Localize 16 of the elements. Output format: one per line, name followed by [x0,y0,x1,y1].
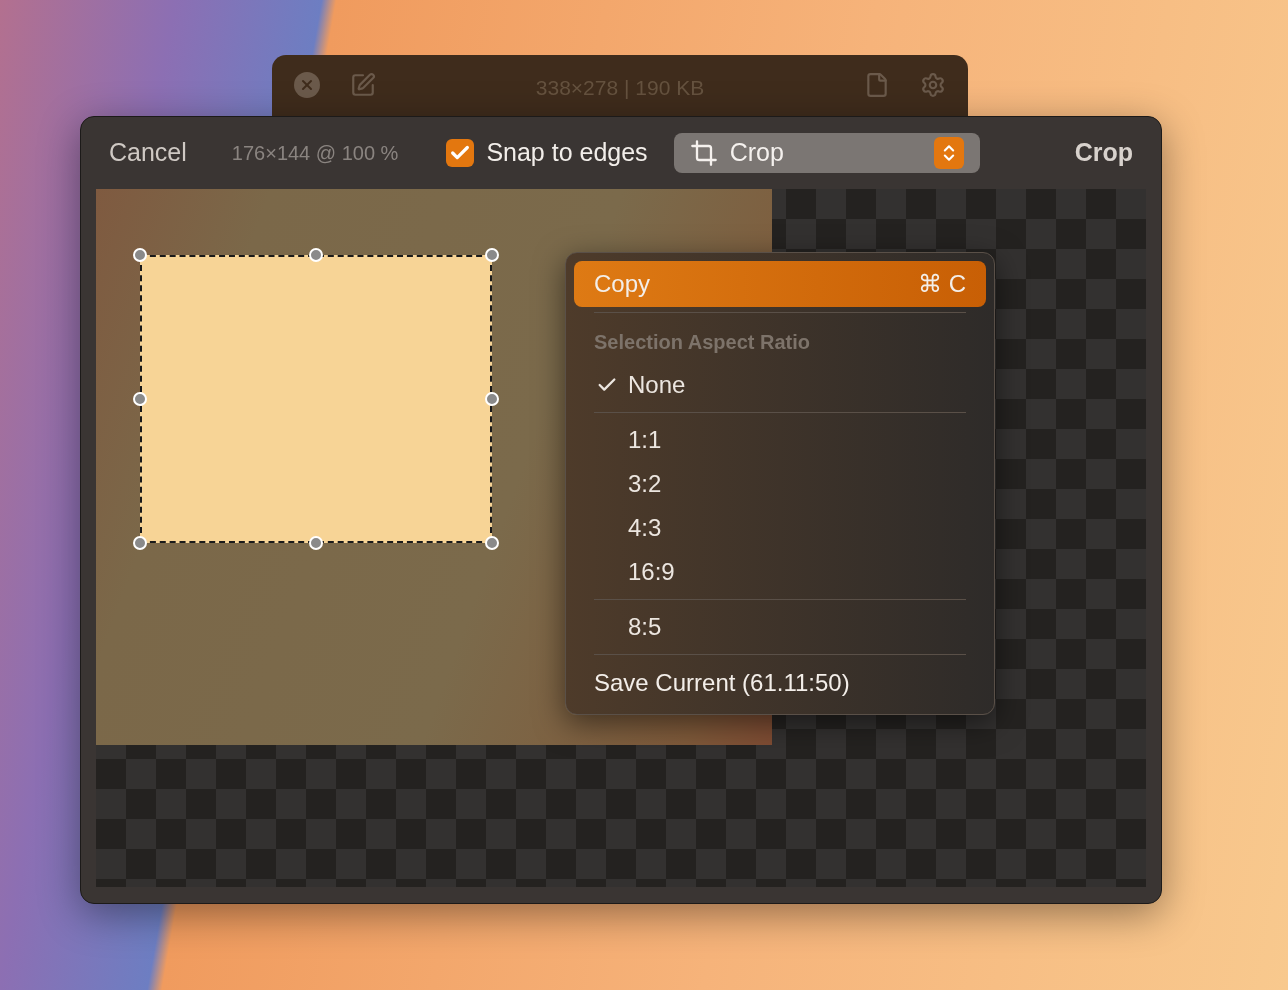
menu-section-header: Selection Aspect Ratio [594,330,811,355]
checkbox-label[interactable]: Snap to edges [486,134,648,172]
chevron-icon [933,137,964,169]
mode-popup-button[interactable]: Crop [673,133,980,173]
menu-item[interactable]: 1:1 [574,418,986,462]
crop-button[interactable]: Crop [1074,134,1133,172]
menu-item[interactable]: 3:2 [574,462,986,506]
menu-item[interactable]: 4:3 [574,506,986,550]
checkbox[interactable] [446,139,475,167]
menu-item[interactable]: Save Current (61.11:50) [574,660,986,706]
crop-icon [689,139,718,167]
cancel-button[interactable]: Cancel [109,134,187,172]
menu-item[interactable]: None [574,363,986,407]
menu-item[interactable]: 16:9 [574,550,986,594]
selection-dimensions: 176×144 @ 100 % [231,141,399,166]
menu-item[interactable]: 8:5 [574,605,986,649]
